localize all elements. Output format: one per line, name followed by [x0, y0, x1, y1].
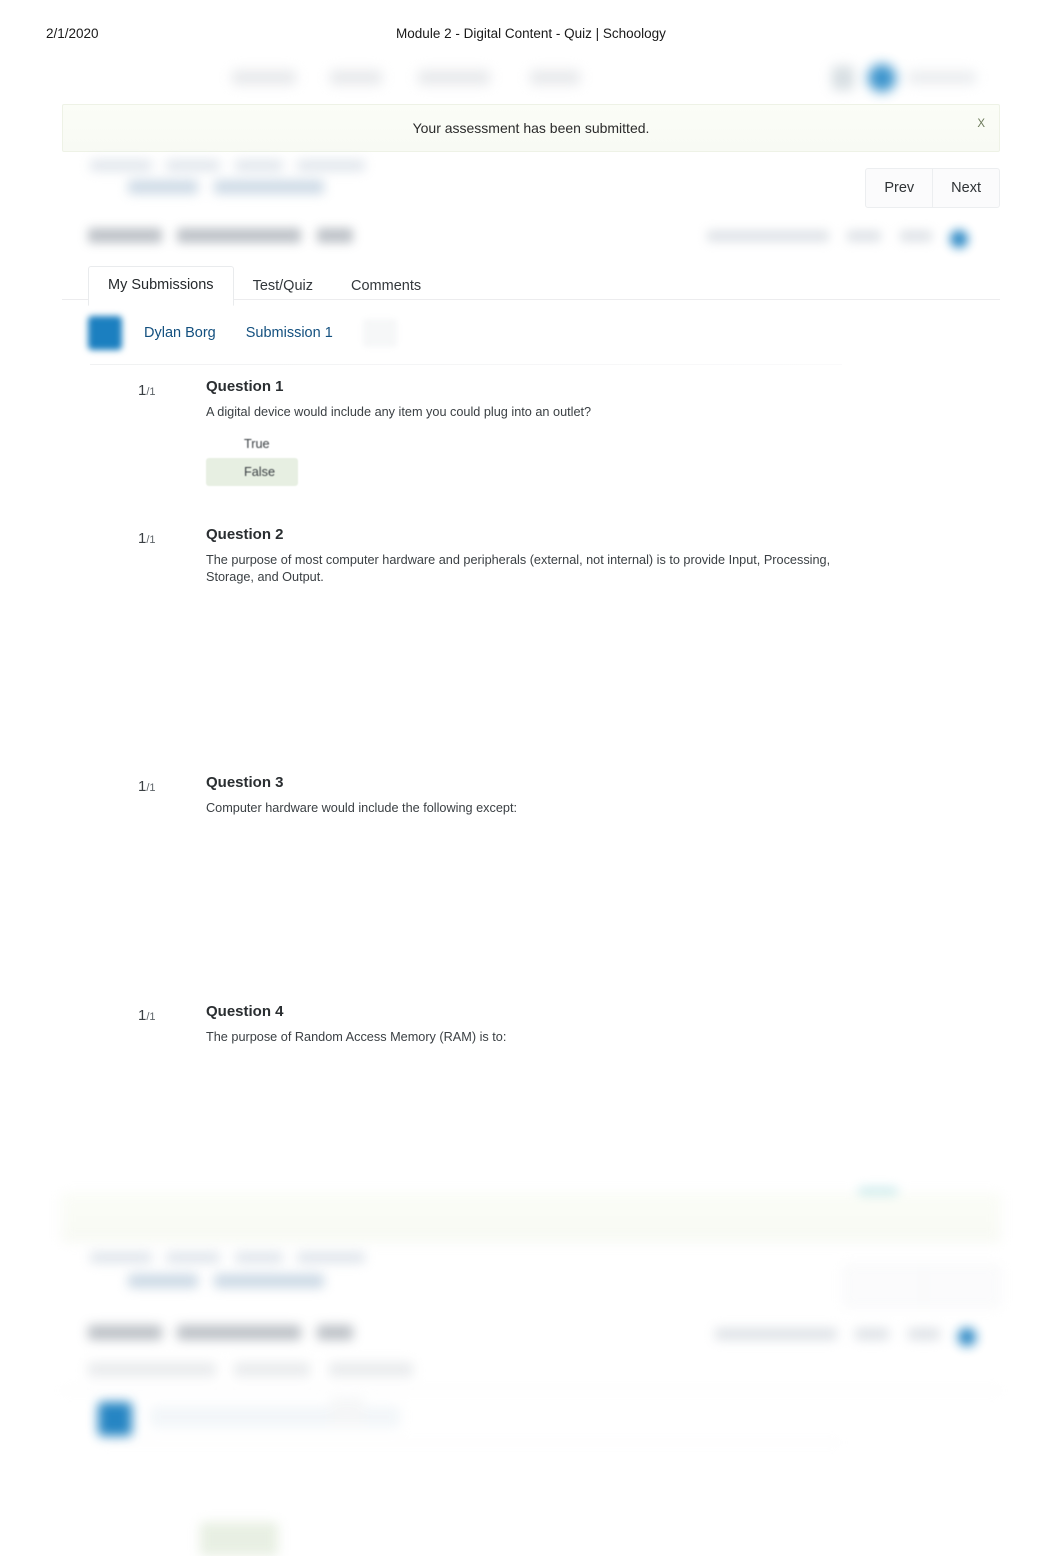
answer-choice-list: True False [206, 430, 836, 487]
question-text: Computer hardware would include the foll… [206, 801, 518, 815]
notifications-bell-icon[interactable] [832, 66, 854, 90]
next-button[interactable]: Next [933, 169, 999, 207]
print-page-title: Module 2 - Digital Content - Quiz | Scho… [396, 25, 666, 41]
question-score: 1/1 [138, 530, 156, 547]
question-content: Question 4 The purpose of Random Access … [206, 1003, 836, 1046]
fragment-grade-badge [958, 1328, 976, 1346]
print-header: 2/1/2020 Module 2 - Digital Content - Qu… [0, 22, 1062, 44]
question-score: 1/1 [138, 1007, 156, 1024]
grade-badge [950, 230, 968, 248]
question-score: 1/1 [138, 382, 156, 399]
fragment-tabs-divider [62, 1390, 1000, 1391]
close-icon[interactable]: X [977, 118, 985, 130]
student-name-link[interactable]: Dylan Borg [144, 325, 216, 341]
submission-row-divider [90, 364, 842, 365]
fragment-pagination-divider [923, 1265, 924, 1307]
submission-attempt-link[interactable]: Submission 1 [246, 325, 333, 341]
fragment-assessment-meta [701, 1328, 976, 1346]
breadcrumb[interactable] [62, 152, 822, 212]
student-avatar[interactable] [88, 316, 122, 350]
question-text: A digital device would include any item … [206, 405, 592, 419]
answer-choice-false[interactable]: False [206, 458, 298, 487]
global-navigation-bar[interactable] [60, 58, 1002, 102]
fragment-pagination [844, 1265, 1000, 1307]
question-score-total: /1 [146, 534, 156, 546]
nav-item-resources[interactable] [418, 70, 490, 85]
assessment-tabs[interactable]: My Submissions Test/Quiz Comments [88, 266, 440, 306]
question-content: Question 2 The purpose of most computer … [206, 526, 836, 587]
fragment-assessment-title [88, 1325, 364, 1343]
assessment-meta [693, 230, 968, 248]
question-title: Question 2 [206, 526, 284, 543]
submission-header-row: Dylan Borg Submission 1 [88, 308, 848, 358]
question-title: Question 4 [206, 1003, 284, 1020]
fragment-breadcrumb-bottom [128, 1274, 336, 1292]
nav-item-tools[interactable] [530, 70, 580, 85]
tab-comments[interactable]: Comments [332, 268, 440, 306]
next-page-preview-fragment [0, 1188, 1062, 1556]
question-text: The purpose of Random Access Memory (RAM… [206, 1030, 507, 1044]
fragment-row-divider [100, 1442, 840, 1443]
fragment-submission-actions [330, 1398, 364, 1428]
fragment-banner [62, 1194, 1000, 1242]
fragment-student-avatar [98, 1402, 132, 1436]
pagination-controls[interactable]: Prev Next [865, 168, 1000, 208]
breadcrumb-course-path[interactable] [90, 160, 375, 171]
prev-button[interactable]: Prev [866, 169, 932, 207]
question-score-total: /1 [146, 1011, 156, 1023]
question-title: Question 1 [206, 378, 284, 395]
assessment-title [88, 228, 364, 246]
alert-message: Your assessment has been submitted. [412, 120, 650, 136]
question-score: 1/1 [138, 778, 156, 795]
user-name-label[interactable] [908, 71, 976, 84]
user-avatar[interactable] [868, 64, 896, 92]
assessment-title-row [62, 228, 1000, 262]
fragment-correct-answer-highlight [200, 1522, 278, 1556]
question-text: The purpose of most computer hardware an… [206, 553, 831, 585]
fragment-breadcrumb-top [90, 1252, 375, 1270]
question-score-total: /1 [146, 782, 156, 794]
tab-my-submissions[interactable]: My Submissions [88, 266, 234, 306]
answer-choice-true[interactable]: True [206, 430, 298, 458]
question-title: Question 3 [206, 774, 284, 791]
nav-item-courses[interactable] [232, 70, 296, 85]
question-content: Question 3 Computer hardware would inclu… [206, 774, 836, 817]
nav-item-groups[interactable] [330, 70, 382, 85]
tab-test-quiz[interactable]: Test/Quiz [234, 268, 332, 306]
question-content: Question 1 A digital device would includ… [206, 378, 836, 487]
printed-page: 2/1/2020 Module 2 - Digital Content - Qu… [0, 0, 1062, 1556]
assessment-submitted-banner: Your assessment has been submitted. X [62, 104, 1000, 152]
fragment-tabs [88, 1362, 427, 1380]
breadcrumb-current-folder[interactable] [128, 180, 336, 194]
submission-actions-placeholder[interactable] [362, 319, 397, 347]
question-score-total: /1 [146, 386, 156, 398]
